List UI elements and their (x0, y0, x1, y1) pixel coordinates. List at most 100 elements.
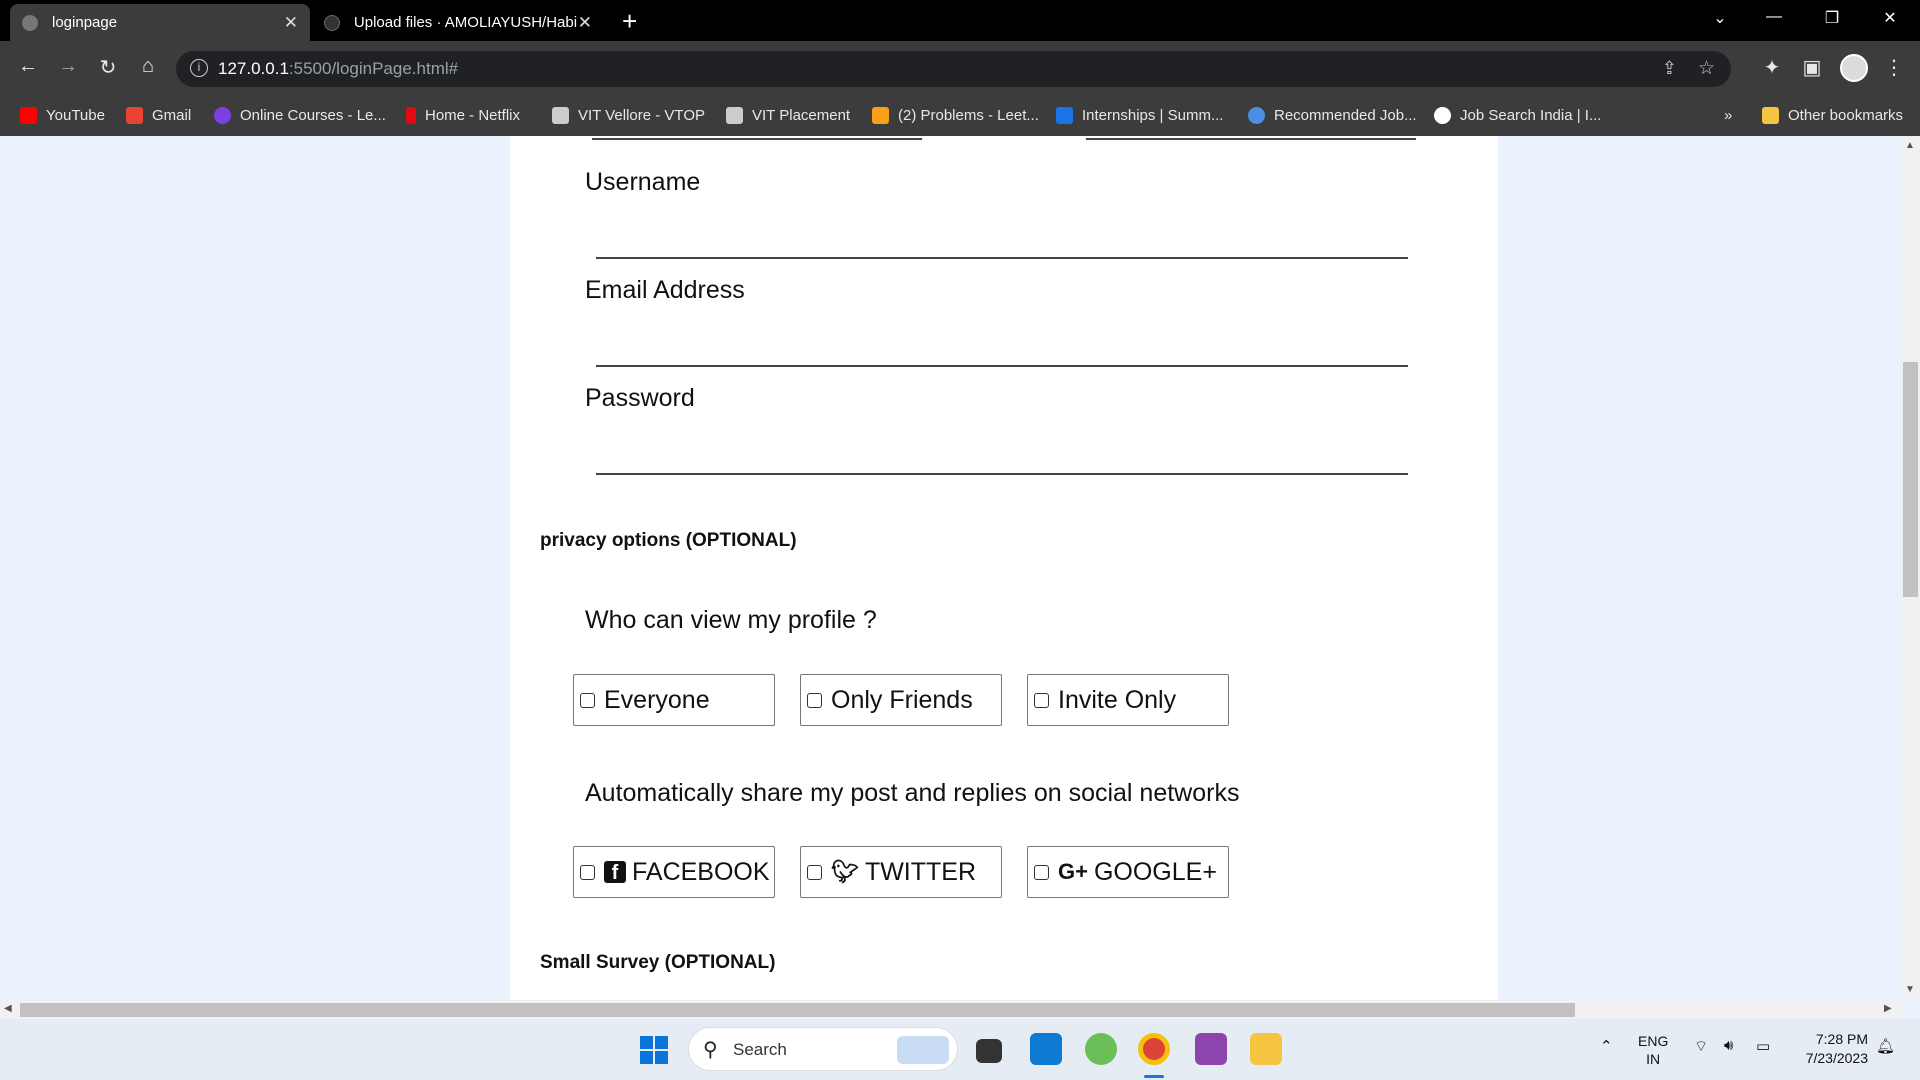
share-question: Automatically share my post and replies … (585, 779, 1240, 807)
google-plus-icon: G+ (1058, 859, 1088, 884)
survey-title: Small Survey (OPTIONAL) (540, 952, 776, 973)
github-icon (324, 14, 340, 31)
reload-icon[interactable]: ↻ (94, 55, 122, 80)
globe-icon (22, 14, 38, 31)
option-google-plus[interactable]: G+ GOOGLE+ (1027, 846, 1229, 898)
close-tab-icon[interactable]: ✕ (284, 13, 298, 33)
internshala-icon (1056, 107, 1073, 124)
username-label: Username (585, 168, 701, 196)
clock[interactable]: 7:28 PM 7/23/2023 (1788, 1030, 1868, 1068)
checkbox[interactable] (1034, 864, 1049, 880)
vertical-scroll-thumb[interactable] (1903, 362, 1918, 597)
username-input[interactable] (596, 257, 1408, 259)
bookmark-recommended-jobs[interactable]: Recommended Job... (1248, 107, 1417, 124)
language-indicator[interactable]: ENG IN (1638, 1032, 1668, 1068)
tab-loginpage[interactable]: loginpage ✕ (10, 4, 310, 41)
tab-upload-files[interactable]: Upload files · AMOLIAYUSH/Habi ✕ (312, 4, 604, 41)
close-tab-icon[interactable]: ✕ (578, 13, 592, 33)
bookmark-job-search[interactable]: Job Search India | I... (1434, 107, 1601, 124)
profile-question: Who can view my profile ? (585, 606, 877, 634)
search-icon: ⚲ (703, 1039, 718, 1061)
form-card: Username Email Address Password privacy … (510, 136, 1498, 1000)
bookmark-vtop[interactable]: VIT Vellore - VTOP (552, 107, 705, 124)
share-icon[interactable]: ⇪ (1662, 58, 1677, 79)
new-tab-button[interactable]: + (622, 6, 637, 37)
facebook-icon: f (604, 861, 626, 884)
checkbox[interactable] (1034, 692, 1049, 708)
other-bookmarks[interactable]: Other bookmarks (1762, 107, 1903, 124)
password-label: Password (585, 384, 695, 412)
tab-bar: loginpage ✕ Upload files · AMOLIAYUSH/Ha… (0, 0, 1920, 41)
horizontal-scroll-thumb[interactable] (20, 1003, 1575, 1017)
bookmark-vit-placement[interactable]: VIT Placement (726, 107, 850, 124)
twitter-icon: 🐦︎ (831, 859, 859, 884)
checkbox[interactable] (580, 864, 595, 880)
tab-title: Upload files · AMOLIAYUSH/Habi (353, 14, 578, 31)
taskbar: ⚲ Search ⌃ ENG IN ⌔ 🔊︎ ▭ 7:28 PM 7/23/20… (0, 1019, 1920, 1080)
password-input[interactable] (596, 473, 1408, 475)
field-line-partial (1086, 138, 1416, 140)
option-facebook[interactable]: f FACEBOOK (573, 846, 775, 898)
menu-icon[interactable]: ⋮ (1880, 55, 1908, 80)
vscode-icon[interactable] (1030, 1033, 1062, 1065)
checkbox[interactable] (807, 692, 822, 708)
option-only-friends[interactable]: Only Friends (800, 674, 1002, 726)
bookmark-internshala[interactable]: Internships | Summ... (1056, 107, 1223, 124)
bookmark-youtube[interactable]: YouTube (20, 107, 105, 124)
close-window-button[interactable]: ✕ (1870, 8, 1910, 28)
youtube-icon (20, 107, 37, 124)
gmail-icon (126, 107, 143, 124)
bookmarks-bar: YouTube Gmail Online Courses - Le... Hom… (0, 97, 1920, 136)
job-search-icon (1434, 107, 1451, 124)
volume-icon[interactable]: 🔊︎ (1724, 1037, 1733, 1054)
show-hidden-icons[interactable]: ⌃ (1600, 1037, 1613, 1055)
home-icon[interactable]: ⌂ (134, 55, 162, 78)
battery-icon[interactable]: ▭ (1756, 1037, 1770, 1055)
email-label: Email Address (585, 276, 745, 304)
app-icon[interactable] (1195, 1033, 1227, 1065)
minimize-button[interactable]: — (1754, 8, 1794, 26)
back-icon[interactable]: ← (14, 55, 42, 78)
wifi-icon[interactable]: ⌔ (1694, 1037, 1708, 1056)
restore-button[interactable]: ❐ (1812, 8, 1852, 28)
bookmark-leetcode[interactable]: (2) Problems - Leet... (872, 107, 1039, 124)
notifications-icon[interactable]: 🔔︎ (1876, 1037, 1895, 1055)
field-line-partial (592, 138, 922, 140)
avatar[interactable] (1840, 54, 1868, 82)
site-info-icon[interactable]: i (190, 59, 208, 77)
page-viewport: Username Email Address Password privacy … (0, 136, 1901, 1000)
color-picker-icon[interactable] (1085, 1033, 1117, 1065)
vit-placement-icon (726, 107, 743, 124)
tab-title: loginpage (52, 14, 118, 31)
task-view-icon[interactable] (976, 1039, 1002, 1063)
checkbox[interactable] (807, 864, 822, 880)
file-explorer-icon[interactable] (1250, 1033, 1282, 1065)
vtop-icon (552, 107, 569, 124)
bookmark-gmail[interactable]: Gmail (126, 107, 191, 124)
chrome-icon[interactable] (1138, 1033, 1170, 1065)
bookmark-online-courses[interactable]: Online Courses - Le... (214, 107, 386, 124)
option-invite-only[interactable]: Invite Only (1027, 674, 1229, 726)
scroll-right-arrow[interactable]: ▶ (1884, 1003, 1892, 1014)
scroll-left-arrow[interactable]: ◀ (4, 1003, 12, 1014)
windows-start-icon[interactable] (640, 1036, 668, 1064)
checkbox[interactable] (580, 692, 595, 708)
option-everyone[interactable]: Everyone (573, 674, 775, 726)
extensions-icon[interactable]: ✦ (1758, 55, 1786, 80)
scroll-down-arrow[interactable]: ▼ (1905, 984, 1915, 995)
bookmarks-overflow[interactable]: » (1724, 107, 1732, 124)
privacy-title: privacy options (OPTIONAL) (540, 530, 797, 551)
taskbar-search[interactable]: ⚲ Search (688, 1027, 958, 1071)
side-panel-icon[interactable]: ▣ (1798, 55, 1826, 80)
bookmark-netflix[interactable]: Home - Netflix (406, 107, 520, 124)
email-input[interactable] (596, 365, 1408, 367)
bookmark-star-icon[interactable]: ☆ (1698, 57, 1715, 80)
forward-icon[interactable]: → (54, 55, 82, 78)
search-highlight-icon (897, 1036, 949, 1064)
browser-toolbar: ← → ↻ ⌂ i 127.0.0.1:5500/loginPage.html#… (0, 41, 1920, 97)
option-twitter[interactable]: 🐦︎ TWITTER (800, 846, 1002, 898)
courses-icon (214, 107, 231, 124)
scroll-up-arrow[interactable]: ▲ (1905, 140, 1915, 151)
address-bar[interactable]: i 127.0.0.1:5500/loginPage.html# ⇪ ☆ (176, 51, 1731, 87)
tab-search-icon[interactable]: ⌄ (1700, 8, 1740, 28)
